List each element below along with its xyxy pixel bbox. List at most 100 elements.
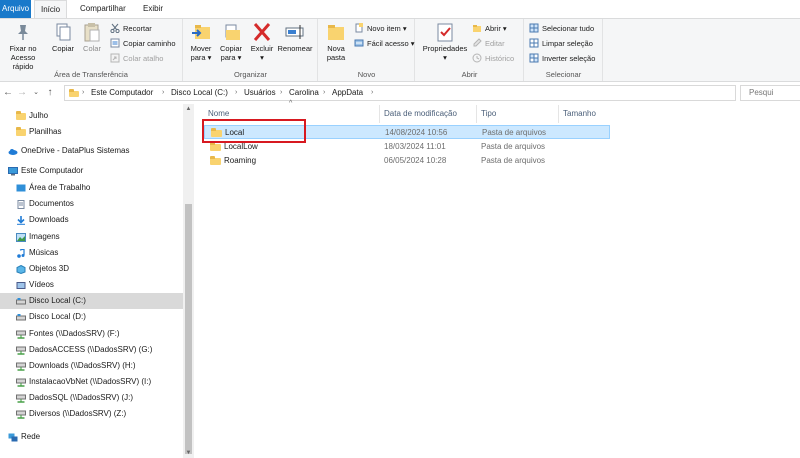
breadcrumb-separator-icon[interactable]: ›	[280, 86, 282, 100]
sidebar-item[interactable]: Área de Trabalho	[0, 180, 183, 196]
move-to-dropdown-icon: ▾	[205, 53, 212, 62]
tab-home[interactable]: Início	[34, 0, 68, 19]
folder-icon	[16, 126, 26, 137]
move-to-button[interactable]: Mover para ▾	[186, 22, 216, 62]
documents-icon	[16, 199, 26, 209]
sidebar-item[interactable]: Planilhas	[0, 124, 183, 140]
new-folder-label: Nova pasta	[326, 44, 346, 62]
new-folder-button[interactable]: Nova pasta	[321, 22, 351, 62]
scroll-down-icon[interactable]: ▼	[183, 448, 194, 458]
open-button[interactable]: Abrir ▾	[472, 22, 507, 35]
sidebar-item[interactable]: InstalacaoVbNet (\\DadosSRV) (I:)	[0, 374, 183, 390]
copy-to-icon	[220, 22, 242, 42]
tab-file[interactable]: Arquivo	[0, 0, 31, 18]
breadcrumb-carolina[interactable]: Carolina	[289, 86, 319, 100]
table-row[interactable]: Roaming 06/05/2024 10:28 Pasta de arquiv…	[204, 154, 610, 168]
paste-shortcut-button[interactable]: Colar atalho	[110, 52, 163, 65]
pin-quick-access-button[interactable]: Fixar no Acesso rápido	[0, 22, 46, 71]
history-icon	[472, 53, 482, 63]
cut-button[interactable]: Recortar	[110, 22, 152, 35]
network-icon	[8, 432, 18, 442]
sidebar-item[interactable]: Vídeos	[0, 277, 183, 293]
forward-arrow-icon[interactable]: →	[16, 86, 28, 100]
sidebar-item[interactable]: Downloads	[0, 212, 183, 228]
copy-button[interactable]: Copiar	[49, 22, 77, 53]
breadcrumb-separator-icon[interactable]: ›	[235, 86, 237, 100]
history-button[interactable]: Histórico	[472, 52, 514, 65]
nav-scroll-thumb[interactable]	[185, 204, 192, 454]
breadcrumb-este-computador[interactable]: Este Computador	[91, 86, 153, 100]
nav-scrollbar[interactable]: ▲ ▼	[183, 104, 194, 458]
breadcrumb-appdata[interactable]: AppData	[332, 86, 363, 100]
sidebar-item[interactable]: Músicas	[0, 245, 183, 261]
copy-to-dropdown-icon: ▾	[235, 53, 242, 62]
ribbon-tabs: Arquivo Início Compartilhar Exibir	[0, 0, 800, 19]
open-group-label: Abrir	[461, 70, 478, 79]
invert-selection-label: Inverter seleção	[542, 54, 596, 63]
delete-button[interactable]: Excluir ▾	[248, 22, 276, 62]
up-arrow-icon[interactable]: ↑	[44, 86, 56, 100]
paste-button[interactable]: Colar	[79, 22, 105, 53]
sidebar-item[interactable]: Fontes (\\DadosSRV) (F:)	[0, 326, 183, 342]
invert-selection-button[interactable]: Inverter seleção	[529, 52, 595, 65]
folder-icon	[16, 110, 26, 121]
sidebar-item[interactable]: Downloads (\\DadosSRV) (H:)	[0, 358, 183, 374]
sidebar-item-label: Planilhas	[29, 127, 62, 136]
paste-shortcut-label: Colar atalho	[123, 54, 164, 63]
address-bar-row: ← → ⌄ ↑ › Este Computador › Disco Local …	[0, 83, 800, 103]
file-date: 06/05/2024 10:28	[384, 156, 447, 165]
sidebar-item[interactable]: Objetos 3D	[0, 261, 183, 277]
breadcrumb-separator-icon[interactable]: ›	[162, 86, 164, 100]
breadcrumb-separator-icon[interactable]: ›	[82, 86, 84, 100]
sidebar-item-label: DadosACCESS (\\DadosSRV) (G:)	[29, 345, 153, 354]
select-none-icon	[529, 38, 539, 48]
network-drive-icon	[16, 393, 26, 403]
column-header-type[interactable]: Tipo	[477, 105, 559, 123]
properties-button[interactable]: Propriedades ▾	[420, 22, 470, 62]
select-all-button[interactable]: Selecionar tudo	[529, 22, 594, 35]
easy-access-button[interactable]: Fácil acesso ▾	[354, 37, 415, 50]
sidebar-item[interactable]: Diversos (\\DadosSRV) (Z:)	[0, 406, 183, 422]
sidebar-item[interactable]: Este Computador	[0, 163, 183, 179]
sidebar-item[interactable]: OneDrive - DataPlus Sistemas	[0, 143, 183, 159]
recent-locations-chevron-icon[interactable]: ⌄	[30, 86, 42, 100]
desktop-icon	[16, 183, 26, 192]
sidebar-item[interactable]: DadosACCESS (\\DadosSRV) (G:)	[0, 342, 183, 358]
sidebar-item[interactable]: Rede	[0, 429, 183, 445]
edit-button[interactable]: Editar	[472, 37, 505, 50]
scroll-up-icon[interactable]: ▲	[183, 104, 194, 114]
column-header-size[interactable]: Tamanho	[559, 105, 619, 123]
tab-share[interactable]: Compartilhar	[74, 0, 132, 18]
back-arrow-icon[interactable]: ←	[2, 86, 14, 100]
rename-button[interactable]: Renomear	[276, 22, 314, 53]
breadcrumb-usuarios[interactable]: Usuários	[244, 86, 276, 100]
sidebar-item[interactable]: Documentos	[0, 196, 183, 212]
properties-icon	[434, 22, 456, 42]
sidebar-item[interactable]: DadosSQL (\\DadosSRV) (J:)	[0, 390, 183, 406]
select-none-button[interactable]: Limpar seleção	[529, 37, 593, 50]
search-input[interactable]: Pesqui	[740, 85, 800, 101]
tab-view[interactable]: Exibir	[137, 0, 169, 18]
select-all-icon	[529, 23, 539, 33]
new-item-dropdown-icon: ▾	[400, 24, 407, 33]
address-folder-icon	[69, 88, 79, 98]
breadcrumb-separator-icon[interactable]: ›	[371, 86, 373, 100]
delete-x-icon	[251, 22, 273, 42]
sidebar-item[interactable]: Julho	[0, 108, 183, 124]
network-drive-icon	[16, 345, 26, 355]
column-header-date[interactable]: Data de modificação	[380, 105, 477, 123]
address-input[interactable]: › Este Computador › Disco Local (C:) › U…	[64, 85, 736, 101]
sidebar-item[interactable]: Disco Local (D:)	[0, 309, 183, 325]
copy-path-button[interactable]: Copiar caminho	[110, 37, 176, 50]
sidebar-item[interactable]: Disco Local (C:)	[0, 293, 183, 309]
new-group: Nova pasta Novo item ▾ Fácil acesso ▾ No…	[319, 19, 415, 81]
new-item-button[interactable]: Novo item ▾	[354, 22, 407, 35]
downloads-icon	[16, 215, 26, 225]
breadcrumb-disco-local[interactable]: Disco Local (C:)	[171, 86, 228, 100]
sidebar-item[interactable]: Imagens	[0, 229, 183, 245]
copy-path-icon	[110, 38, 120, 48]
new-folder-icon	[325, 22, 347, 42]
breadcrumb-separator-icon[interactable]: ›	[323, 86, 325, 100]
properties-label: Propriedades	[422, 44, 468, 53]
copy-to-button[interactable]: Copiar para ▾	[216, 22, 246, 62]
